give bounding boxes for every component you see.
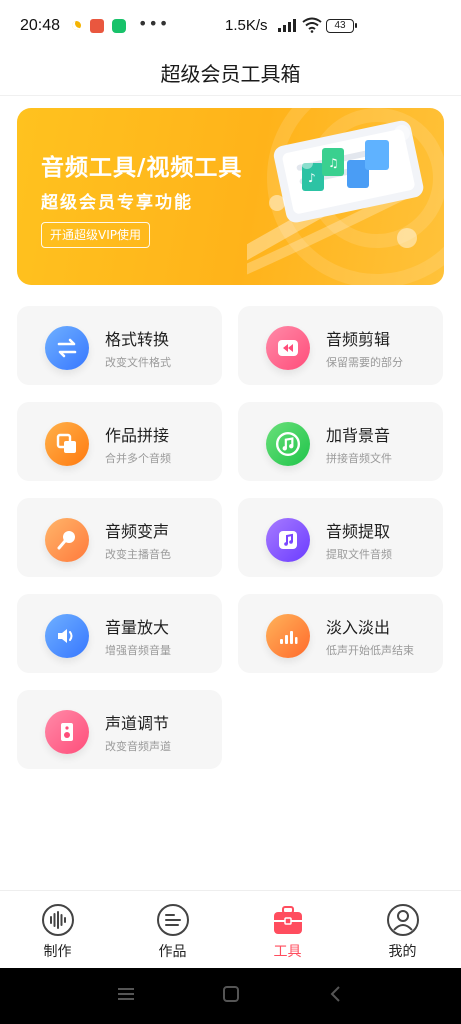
home-icon[interactable] [221,984,241,1004]
user-icon [387,904,419,936]
tool-subtitle: 低声开始低声结束 [326,644,414,657]
stereo-speaker-icon [45,710,89,754]
moon-icon [72,21,81,30]
tool-subtitle: 合并多个音频 [105,452,171,465]
tool-title: 格式转换 [105,330,170,349]
tool-subtitle: 拼接音频文件 [326,452,392,465]
tab-tools[interactable]: 工具 [230,891,345,969]
tool-title: 加背景音 [326,426,391,445]
tool-title: 音频剪辑 [326,330,391,349]
merge-icon [45,422,89,466]
tool-subtitle: 改变文件格式 [105,356,171,369]
tab-label: 我的 [388,944,417,960]
tool-card-fade[interactable]: 淡入淡出 低声开始低声结束 [238,594,443,673]
microphone-icon [45,518,89,562]
tool-title: 音频变声 [105,522,170,541]
tab-make[interactable]: 制作 [0,891,115,969]
signal-icon [278,19,296,32]
tool-card-volume-boost[interactable]: 音量放大 增强音频音量 [17,594,222,673]
banner-subtitle: 超级会员专享功能 [41,193,193,213]
tool-card-background-music[interactable]: 加背景音 拼接音频文件 [238,402,443,481]
battery-indicator: 43 [326,19,357,33]
svg-text:♪: ♪ [308,171,316,185]
tool-title: 音量放大 [105,618,170,637]
back-icon[interactable] [326,984,346,1004]
waveform-icon [42,904,74,936]
tool-card-audio-extract[interactable]: 音频提取 提取文件音频 [238,498,443,577]
tab-works[interactable]: 作品 [115,891,230,969]
system-nav-bar [0,968,461,1024]
network-speed: 1.5K/s [225,17,268,34]
tool-title: 声道调节 [105,714,170,733]
tool-card-audio-edit[interactable]: 音频剪辑 保留需要的部分 [238,306,443,385]
bars-icon [266,614,310,658]
tool-subtitle: 改变音频声道 [105,740,171,753]
banner-title: 音频工具/视频工具 [41,155,243,181]
shield-icon [112,19,126,33]
convert-icon [45,326,89,370]
list-icon [157,904,189,936]
music-file-icon [266,518,310,562]
tool-title: 作品拼接 [105,426,170,445]
rewind-icon [266,326,310,370]
tool-subtitle: 增强音频音量 [105,644,171,657]
tab-mine[interactable]: 我的 [345,891,460,969]
music-note-icon [266,422,310,466]
menu-icon[interactable] [116,984,136,1004]
more-notifications-icon: ••• [138,14,170,33]
page-title: 超级会员工具箱 [160,62,301,86]
status-bar: 20:48 ••• 1.5K/s 43 [0,0,461,50]
vip-open-button[interactable]: 开通超级VIP使用 [41,222,150,248]
wifi-icon [302,17,322,33]
phone-illustration-icon: ♪ ♫ [247,120,424,275]
page-header: 超级会员工具箱 [0,50,461,96]
tool-title: 淡入淡出 [326,618,391,637]
toolbox-icon [274,906,302,934]
tool-card-voice-change[interactable]: 音频变声 改变主播音色 [17,498,222,577]
tool-card-channel-adjust[interactable]: 声道调节 改变音频声道 [17,690,222,769]
bottom-tab-bar: 制作 作品 工具 我的 [0,890,461,968]
speaker-icon [45,614,89,658]
tab-label: 工具 [273,944,302,960]
status-time: 20:48 [20,17,61,34]
tab-label: 制作 [43,944,72,960]
tool-card-merge[interactable]: 作品拼接 合并多个音频 [17,402,222,481]
tool-card-format-convert[interactable]: 格式转换 改变文件格式 [17,306,222,385]
tool-subtitle: 保留需要的部分 [326,356,403,369]
notification-app-icon [90,19,104,33]
tool-subtitle: 提取文件音频 [326,548,392,561]
vip-banner[interactable]: 音频工具/视频工具 超级会员专享功能 开通超级VIP使用 ♪ ♫ [17,108,444,285]
tool-title: 音频提取 [326,522,391,541]
svg-text:♫: ♫ [328,156,339,170]
tool-subtitle: 改变主播音色 [105,548,171,561]
tab-label: 作品 [158,944,187,960]
